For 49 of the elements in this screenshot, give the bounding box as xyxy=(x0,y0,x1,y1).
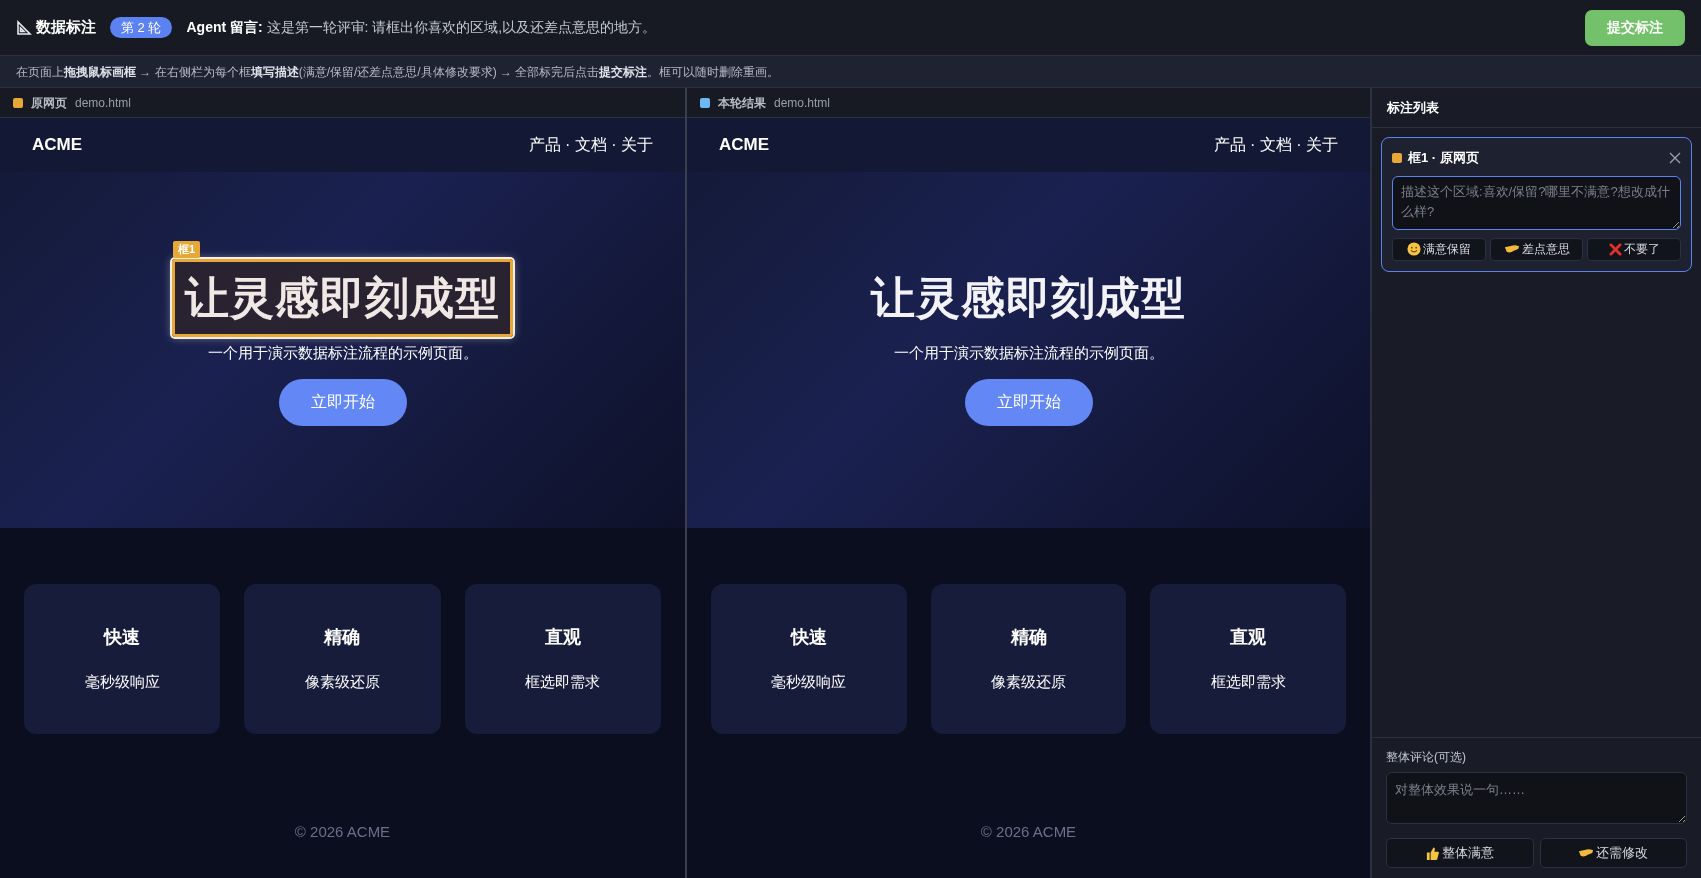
pane-file-name: demo.html xyxy=(774,94,831,112)
triangle-ruler-icon xyxy=(16,19,32,36)
feature-text: 框选即需求 xyxy=(525,672,601,693)
hero-subtitle: 一个用于演示数据标注流程的示例页面。 xyxy=(207,343,478,363)
overall-comment-label: 整体评论(可选) xyxy=(1386,749,1467,766)
site-logo[interactable]: ACME xyxy=(719,132,770,158)
site-nav-links[interactable]: 产品 · 文档 · 关于 xyxy=(528,133,653,157)
overall-verdict-button[interactable]: 还需修改 xyxy=(1539,838,1687,868)
feature-text: 框选即需求 xyxy=(1210,672,1286,693)
close-icon[interactable] xyxy=(1669,151,1681,164)
thumbs-up-icon xyxy=(1425,845,1441,861)
overall-verdict-button[interactable]: 整体满意 xyxy=(1386,838,1534,868)
pane-file-name: demo.html xyxy=(75,94,132,112)
pane-label: 原网页 xyxy=(31,94,67,112)
smiley-icon xyxy=(1406,242,1421,256)
description-field[interactable]: 描述这个区域:喜欢/保留?哪里不满意?想改成什么样? xyxy=(1392,175,1681,230)
pane-label: 本轮结果 xyxy=(718,94,766,112)
feature-title: 快速 xyxy=(104,626,141,650)
feature-title: 直观 xyxy=(1230,626,1267,650)
feature-text: 像素级还原 xyxy=(305,672,380,693)
cross-icon xyxy=(1608,242,1622,256)
hand-icon xyxy=(1503,243,1520,255)
app-title: 数据标注 xyxy=(36,17,96,38)
verdict-button[interactable]: 满意保留 xyxy=(1392,237,1486,261)
annotation-card-title: 框1 · 原网页 xyxy=(1408,149,1479,167)
feature-text: 像素级还原 xyxy=(991,672,1066,693)
hero-subtitle: 一个用于演示数据标注流程的示例页面。 xyxy=(893,343,1164,363)
feature-title: 快速 xyxy=(790,626,827,650)
agent-message: Agent 留言: 这是第一轮评审: 请框出你喜欢的区域,以及还差点意思的地方。 xyxy=(186,18,657,37)
feature-title: 精确 xyxy=(1010,626,1047,650)
sidebar-title: 标注列表 xyxy=(1387,98,1439,117)
site-footer-text: © 2026 ACME xyxy=(294,822,391,842)
overall-comment-field[interactable]: 对整体效果说一句…… xyxy=(1386,772,1687,824)
hero-heading: 让灵感即刻成型 xyxy=(869,272,1187,324)
verdict-button[interactable]: 不要了 xyxy=(1587,237,1681,261)
feature-title: 精确 xyxy=(324,626,361,650)
feature-text: 毫秒级响应 xyxy=(84,672,160,693)
verdict-button[interactable]: 差点意思 xyxy=(1489,237,1584,261)
feature-title: 直观 xyxy=(544,626,581,650)
site-footer-text: © 2026 ACME xyxy=(980,822,1077,842)
annotation-label: 框1 xyxy=(173,241,201,258)
feature-text: 毫秒级响应 xyxy=(771,672,847,693)
site-logo[interactable]: ACME xyxy=(32,132,83,158)
instructions-text: 在页面上拖拽鼠标画框 → 在右侧栏为每个框填写描述(满意/保留/还差点意思/具体修改要求) → 全部标完后点击提交标注。框可以随时删除重画。 xyxy=(16,63,780,81)
site-nav-links[interactable]: 产品 · 文档 · 关于 xyxy=(1213,133,1338,157)
round-badge: 第 2 轮 xyxy=(110,17,173,38)
hero-heading: 让灵感即刻成型 xyxy=(183,272,501,324)
annotation-card[interactable]: 框1 · 原网页 描述这个区域:喜欢/保留?哪里不满意?想改成什么样? 满意保留 差点意思 不要了 xyxy=(1381,137,1692,272)
hand-icon xyxy=(1578,847,1595,859)
